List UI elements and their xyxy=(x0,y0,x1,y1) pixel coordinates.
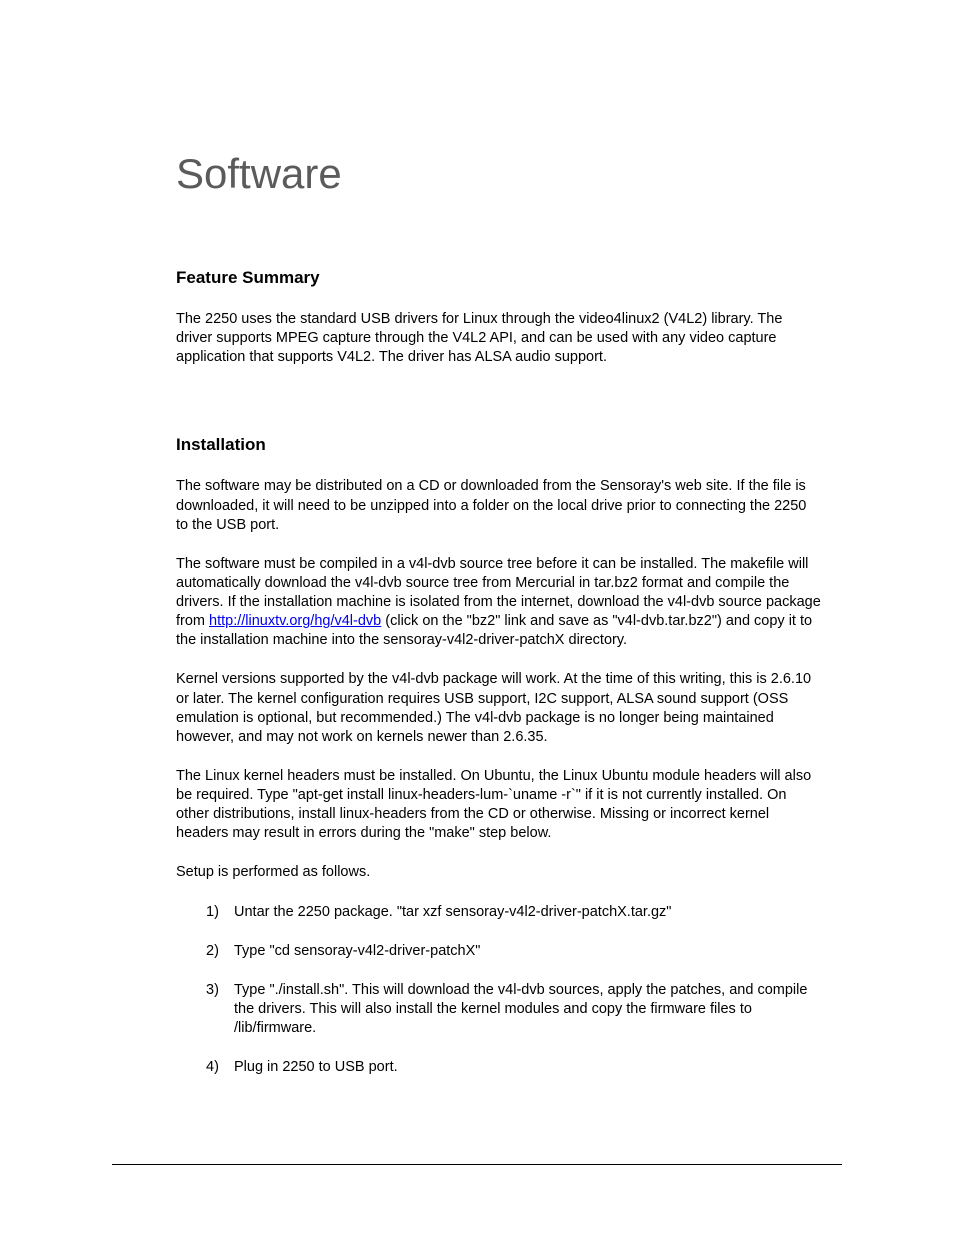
setup-step-4: Plug in 2250 to USB port. xyxy=(206,1058,822,1077)
feature-summary-paragraph: The 2250 uses the standard USB drivers f… xyxy=(176,310,822,367)
footer-divider xyxy=(112,1164,842,1165)
installation-paragraph-3: Kernel versions supported by the v4l-dvb… xyxy=(176,670,822,747)
installation-paragraph-2: The software must be compiled in a v4l-d… xyxy=(176,555,822,651)
section-spacer xyxy=(176,387,822,435)
installation-paragraph-1: The software may be distributed on a CD … xyxy=(176,477,822,534)
installation-paragraph-4: The Linux kernel headers must be install… xyxy=(176,767,822,844)
feature-summary-heading: Feature Summary xyxy=(176,268,822,288)
installation-heading: Installation xyxy=(176,435,822,455)
setup-step-2: Type "cd sensoray-v4l2-driver-patchX" xyxy=(206,942,822,961)
setup-step-1: Untar the 2250 package. "tar xzf sensora… xyxy=(206,903,822,922)
page-title: Software xyxy=(176,150,822,198)
document-page: Software Feature Summary The 2250 uses t… xyxy=(0,0,954,1235)
linuxtv-link[interactable]: http://linuxtv.org/hg/v4l-dvb xyxy=(209,613,381,629)
setup-steps-list: Untar the 2250 package. "tar xzf sensora… xyxy=(206,903,822,1078)
setup-step-3: Type "./install.sh". This will download … xyxy=(206,981,822,1038)
content-area: Software Feature Summary The 2250 uses t… xyxy=(112,150,842,1077)
installation-paragraph-5: Setup is performed as follows. xyxy=(176,863,822,882)
